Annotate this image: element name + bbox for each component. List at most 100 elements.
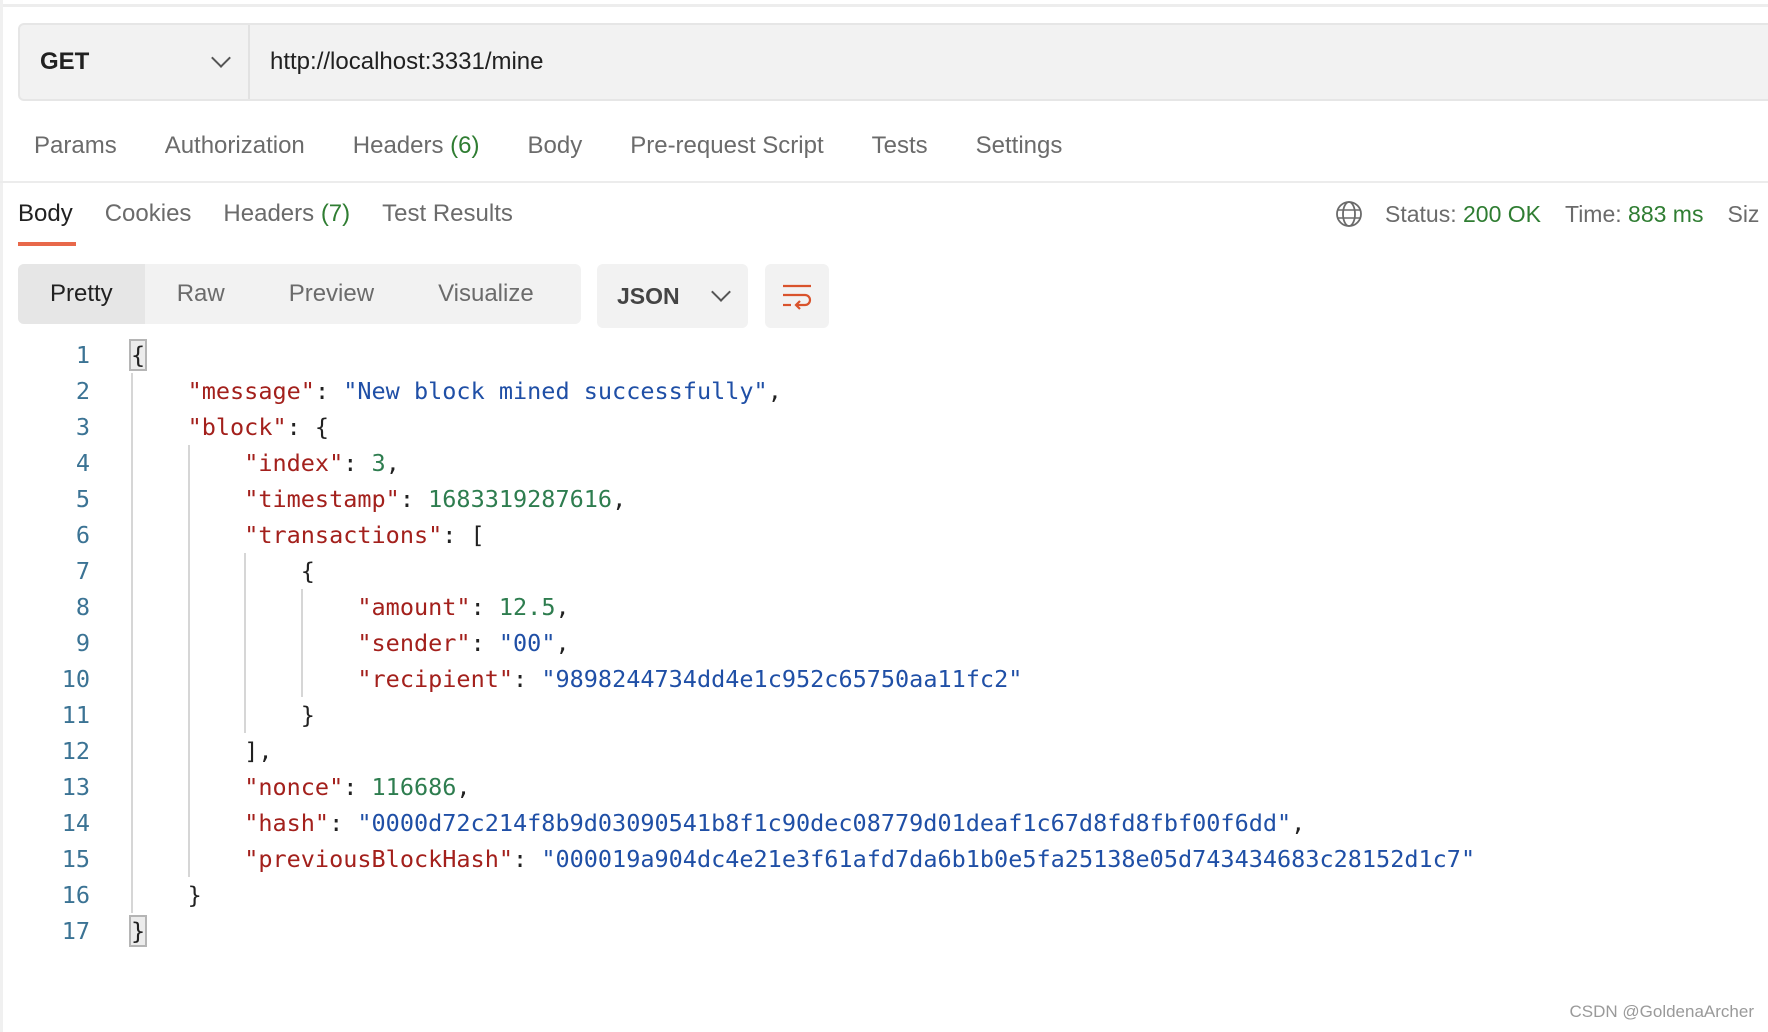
tab-body[interactable]: Body — [528, 132, 583, 160]
code-line: 12], — [0, 733, 1768, 769]
json-number: 12.5 — [498, 593, 556, 621]
wrap-lines-icon — [783, 284, 812, 310]
json-punctuation: { — [300, 557, 315, 585]
json-key: "timestamp" — [244, 485, 400, 513]
json-punctuation: , — [555, 593, 570, 621]
view-mode-pretty[interactable]: Pretty — [18, 264, 145, 324]
code-line: 6 "transactions": [ — [0, 517, 1768, 553]
json-string: "000019a904dc4e21e3f61afd7da6b1b0e5fa251… — [541, 845, 1476, 873]
json-punctuation: : — [470, 629, 499, 657]
line-number: 4 — [75, 449, 90, 477]
matched-bracket: } — [128, 915, 148, 947]
json-punctuation: ], — [244, 737, 273, 765]
json-string: "0000d72c214f8b9d03090541b8f1c90dec08779… — [357, 809, 1292, 837]
line-number: 16 — [61, 881, 90, 909]
json-punctuation: : — [399, 485, 429, 513]
json-punctuation: : — [343, 773, 372, 801]
time-label: Time: — [1565, 200, 1622, 227]
line-content: { — [128, 337, 148, 373]
tab-authorization[interactable]: Authorization — [165, 132, 305, 160]
indent-guide — [131, 373, 133, 913]
line-number: 5 — [75, 485, 90, 513]
format-select[interactable]: JSON — [597, 264, 748, 328]
tab-headers[interactable]: Headers (6) — [353, 132, 480, 160]
url-bar: GET http://localhost:3331/mine — [18, 23, 1768, 101]
code-line: 1{ — [0, 337, 1768, 373]
view-mode-preview[interactable]: Preview — [257, 264, 406, 324]
tab-params[interactable]: Params — [34, 132, 117, 160]
line-number: 8 — [75, 593, 90, 621]
line-number: 12 — [61, 737, 90, 765]
indent-guide — [187, 445, 190, 877]
json-punctuation: : { — [286, 413, 330, 441]
url-input[interactable]: http://localhost:3331/mine — [250, 48, 544, 76]
response-tab-test-results[interactable]: Test Results — [382, 200, 513, 228]
tab-tests[interactable]: Tests — [872, 132, 928, 160]
json-punctuation: : — [470, 593, 499, 621]
tab-pre-request-script[interactable]: Pre-request Script — [630, 132, 823, 160]
json-key: "amount" — [357, 593, 471, 621]
line-number: 1 — [75, 341, 90, 369]
line-content: "block": { — [188, 409, 330, 445]
code-line: 16} — [0, 877, 1768, 913]
tab-label: Pre-request Script — [630, 132, 824, 159]
json-punctuation: : [ — [442, 521, 485, 549]
tab-label: Headers — [223, 200, 315, 227]
status-value: 200 OK — [1463, 200, 1541, 227]
json-punctuation: , — [456, 773, 471, 801]
format-label: JSON — [617, 282, 680, 309]
code-line: 8 "amount": 12.5, — [0, 589, 1768, 625]
line-content: "hash": "0000d72c214f8b9d03090541b8f1c90… — [244, 805, 1305, 841]
line-content: "index": 3, — [244, 445, 400, 481]
time-value: 883 ms — [1628, 200, 1704, 227]
code-line: 10 "recipient": "9898244734dd4e1c952c6575… — [0, 661, 1768, 697]
json-punctuation: : — [513, 845, 542, 873]
code-line: 15 "previousBlockHash": "000019a904dc4e21… — [0, 841, 1768, 877]
tab-label: Settings — [975, 132, 1063, 159]
code-line: 13 "nonce": 116686, — [0, 769, 1768, 805]
tab-label: Tests — [871, 132, 928, 159]
code-line: 17} — [0, 913, 1768, 949]
line-content: "nonce": 116686, — [244, 769, 470, 805]
chevron-down-icon — [711, 282, 731, 302]
top-border — [0, 4, 1768, 7]
wrap-lines-button[interactable] — [765, 264, 829, 328]
chevron-down-icon — [211, 48, 231, 68]
json-punctuation: , — [555, 629, 570, 657]
response-tab-body[interactable]: Body — [18, 200, 73, 228]
code-line: 4 "index": 3, — [0, 445, 1768, 481]
line-number: 11 — [61, 701, 90, 729]
globe-icon[interactable] — [1335, 200, 1363, 228]
json-string: "New block mined successfully" — [343, 377, 768, 405]
line-content: { — [301, 553, 315, 589]
response-status: Status: 200 OK Time: 883 ms Siz — [1335, 200, 1768, 228]
response-tab-cookies[interactable]: Cookies — [105, 200, 192, 228]
json-punctuation: , — [767, 377, 782, 405]
tab-label: Authorization — [164, 132, 305, 159]
method-select[interactable]: GET — [20, 25, 250, 99]
line-content: "sender": "00", — [357, 625, 569, 661]
json-string: "9898244734dd4e1c952c65750aa11fc2" — [541, 665, 1023, 693]
json-key: "index" — [244, 449, 344, 477]
json-punctuation: : — [343, 449, 372, 477]
tab-label: Headers — [352, 132, 444, 159]
line-content: "transactions": [ — [244, 517, 485, 553]
json-number: 3 — [371, 449, 386, 477]
code-line: 9 "sender": "00", — [0, 625, 1768, 661]
active-tab-indicator — [18, 242, 76, 246]
line-number: 14 — [61, 809, 90, 837]
tab-settings[interactable]: Settings — [976, 132, 1063, 160]
json-key: "sender" — [357, 629, 471, 657]
line-content: "timestamp": 1683319287616, — [244, 481, 626, 517]
view-mode-raw[interactable]: Raw — [145, 264, 257, 324]
line-number: 17 — [61, 917, 90, 945]
json-key: "block" — [187, 413, 287, 441]
status-info: Status: 200 OK — [1385, 201, 1541, 228]
json-punctuation: } — [300, 701, 315, 729]
view-mode-visualize[interactable]: Visualize — [406, 264, 566, 324]
divider — [0, 181, 1768, 183]
response-tab-headers[interactable]: Headers (7) — [223, 200, 350, 228]
json-string: "00" — [498, 629, 556, 657]
tab-count: (7) — [320, 200, 351, 227]
request-tabs: Params Authorization Headers (6) Body Pre-re… — [34, 132, 1110, 160]
